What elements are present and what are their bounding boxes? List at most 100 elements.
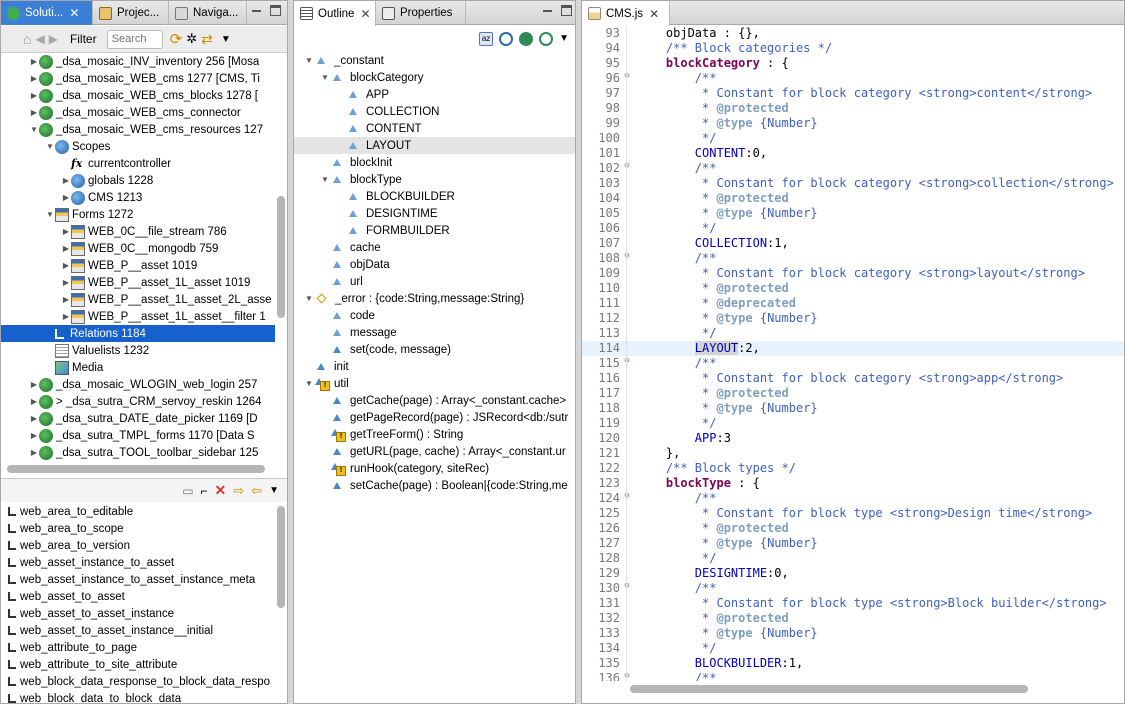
tab-solution-explorer[interactable]: Soluti... ✕ bbox=[1, 1, 93, 25]
fold-toggle-icon[interactable]: ⊖ bbox=[622, 671, 632, 681]
outline-item[interactable]: ▼ blockType bbox=[294, 171, 575, 188]
chevron-down-icon[interactable]: ▼ bbox=[320, 73, 330, 82]
fold-toggle-icon[interactable]: ⊖ bbox=[622, 161, 632, 176]
list-item[interactable]: web_asset_to_asset bbox=[1, 588, 275, 605]
minimize-icon[interactable] bbox=[542, 5, 553, 16]
list-item[interactable]: web_block_data_to_block_data bbox=[1, 690, 275, 703]
fold-toggle-icon[interactable]: ⊖ bbox=[622, 491, 632, 506]
chevron-right-icon[interactable]: ▶ bbox=[61, 312, 71, 321]
search-input[interactable] bbox=[106, 29, 163, 49]
tree-item[interactable]: Valuelists 1232 bbox=[1, 342, 275, 359]
outline-item[interactable]: init bbox=[294, 358, 575, 375]
tree-item[interactable]: ▶ _dsa_mosaic_WEB_cms_connector bbox=[1, 104, 275, 121]
tab-cms-js[interactable]: CMS.js ✕ bbox=[582, 1, 670, 26]
tree-item[interactable]: ▶ globals 1228 bbox=[1, 172, 275, 189]
collapse-all-icon[interactable]: ✲ bbox=[186, 31, 197, 47]
delete-icon[interactable]: ✕ bbox=[215, 482, 227, 499]
outline-item[interactable]: FORMBUILDER bbox=[294, 222, 575, 239]
tree-item[interactable]: ▶ _dsa_sutra_TMPL_forms 1170 [Data S bbox=[1, 427, 275, 444]
outline-item[interactable]: message bbox=[294, 324, 575, 341]
view-menu-icon[interactable]: ▼ bbox=[559, 33, 569, 44]
chevron-right-icon[interactable]: ▶ bbox=[61, 193, 71, 202]
hide-fields-icon[interactable] bbox=[499, 31, 514, 46]
chevron-right-icon[interactable]: ▶ bbox=[61, 278, 71, 287]
forward-icon[interactable]: ▶ bbox=[49, 32, 58, 46]
outline-item[interactable]: getTreeForm() : String bbox=[294, 426, 575, 443]
tree-item[interactable]: ▶ WEB_0C__mongodb 759 bbox=[1, 240, 275, 257]
tree-item[interactable]: ▶ _dsa_mosaic_WEB_cms_blocks 1278 [ bbox=[1, 87, 275, 104]
tree-item[interactable]: ▶ WEB_P__asset_1L_asset__filter 1 bbox=[1, 308, 275, 325]
editor-horizontal-scrollbar[interactable] bbox=[630, 685, 1028, 693]
tree-item[interactable]: ▶ _dsa_sutra_DATE_date_picker 1169 [D bbox=[1, 410, 275, 427]
tree-item[interactable]: ▶ CMS 1213 bbox=[1, 189, 275, 206]
minimize-icon[interactable] bbox=[251, 5, 262, 16]
tree-item[interactable]: ▶ WEB_P__asset_1L_asset 1019 bbox=[1, 274, 275, 291]
sync-icon[interactable]: ⟳ bbox=[170, 30, 183, 48]
chevron-right-icon[interactable]: ▶ bbox=[29, 414, 39, 423]
chevron-right-icon[interactable]: ▶ bbox=[29, 74, 39, 83]
tree-item[interactable]: ▶ _dsa_mosaic_WLOGIN_web_login 257 bbox=[1, 376, 275, 393]
hide-nonpublic-icon[interactable] bbox=[539, 31, 554, 46]
outline-item[interactable]: blockInit bbox=[294, 154, 575, 171]
tree-item[interactable]: ▶ _dsa_mosaic_WEB_cms 1277 [CMS, Ti bbox=[1, 70, 275, 87]
move-left-icon[interactable]: ⇦ bbox=[251, 483, 262, 499]
list-item[interactable]: web_asset_to_asset_instance__initial bbox=[1, 622, 275, 639]
outline-item[interactable]: BLOCKBUILDER bbox=[294, 188, 575, 205]
maximize-icon[interactable] bbox=[270, 5, 281, 16]
tab-properties[interactable]: Properties bbox=[376, 1, 466, 25]
outline-item[interactable]: LAYOUT bbox=[294, 137, 575, 154]
tree-scrollbar[interactable] bbox=[277, 196, 285, 318]
chevron-down-icon[interactable]: ▼ bbox=[320, 175, 330, 184]
chevron-down-icon[interactable]: ▼ bbox=[45, 142, 55, 151]
outline-item[interactable]: objData bbox=[294, 256, 575, 273]
list-item[interactable]: web_block_data_response_to_block_data_re… bbox=[1, 673, 275, 690]
outline-item[interactable]: ▼ _constant bbox=[294, 52, 575, 69]
outline-item[interactable]: set(code, message) bbox=[294, 341, 575, 358]
move-right-icon[interactable]: ⇨ bbox=[233, 483, 244, 499]
tree-item[interactable]: ▼ Forms 1272 bbox=[1, 206, 275, 223]
relations-scrollbar[interactable] bbox=[277, 506, 285, 608]
tree-horizontal-scrollbar[interactable] bbox=[7, 465, 265, 473]
view-menu-icon[interactable]: ▼ bbox=[269, 485, 279, 496]
list-item[interactable]: web_asset_instance_to_asset bbox=[1, 554, 275, 571]
tree-item[interactable]: ▶ WEB_P__asset 1019 bbox=[1, 257, 275, 274]
list-item[interactable]: web_attribute_to_page bbox=[1, 639, 275, 656]
chevron-right-icon[interactable]: ▶ bbox=[29, 448, 39, 457]
outline-item[interactable]: setCache(page) : Boolean|{code:String,me bbox=[294, 477, 575, 494]
tree-item[interactable]: ▶ _dsa_mosaic_INV_inventory 256 [Mosa bbox=[1, 53, 275, 70]
chevron-right-icon[interactable]: ▶ bbox=[29, 380, 39, 389]
chevron-right-icon[interactable]: ▶ bbox=[29, 431, 39, 440]
chevron-right-icon[interactable]: ▶ bbox=[29, 91, 39, 100]
outline-item[interactable]: CONTENT bbox=[294, 120, 575, 137]
relation-icon[interactable]: ⌐ bbox=[201, 484, 208, 498]
tree-item[interactable]: ▼ Scopes bbox=[1, 138, 275, 155]
tab-project[interactable]: Projec... bbox=[93, 1, 169, 25]
code-editor[interactable]: 93 objData : {}, 94 /** Block categories … bbox=[582, 26, 1124, 681]
outline-item[interactable]: ▼ util bbox=[294, 375, 575, 392]
hide-static-icon[interactable] bbox=[519, 31, 534, 46]
chevron-down-icon[interactable]: ▼ bbox=[45, 210, 55, 219]
tree-item[interactable]: ▶ WEB_P__asset_1L_asset_2L_asse bbox=[1, 291, 275, 308]
chevron-down-icon[interactable]: ▼ bbox=[304, 379, 314, 388]
link-editor-icon[interactable]: ⇄ bbox=[201, 31, 213, 48]
outline-item[interactable]: APP bbox=[294, 86, 575, 103]
outline-item[interactable]: COLLECTION bbox=[294, 103, 575, 120]
outline-item[interactable]: ▼ _error : {code:String,message:String} bbox=[294, 290, 575, 307]
list-item[interactable]: web_asset_instance_to_asset_instance_met… bbox=[1, 571, 275, 588]
tab-outline[interactable]: Outline ✕ bbox=[294, 1, 376, 26]
chevron-right-icon[interactable]: ▶ bbox=[29, 397, 39, 406]
chevron-right-icon[interactable]: ▶ bbox=[61, 227, 71, 236]
home-icon[interactable]: ⌂ bbox=[23, 31, 31, 47]
chevron-down-icon[interactable]: ▼ bbox=[304, 294, 314, 303]
tree-item[interactable]: ▼ _dsa_mosaic_WEB_cms_resources 127 bbox=[1, 121, 275, 138]
fold-toggle-icon[interactable]: ⊖ bbox=[622, 71, 632, 86]
list-item[interactable]: web_area_to_editable bbox=[1, 503, 275, 520]
outline-item[interactable]: code bbox=[294, 307, 575, 324]
tree-item[interactable]: ▶ WEB_0C__file_stream 786 bbox=[1, 223, 275, 240]
fold-toggle-icon[interactable]: ⊖ bbox=[622, 251, 632, 266]
tree-item[interactable]: Relations 1184 bbox=[1, 325, 275, 342]
tab-navigator[interactable]: Naviga... bbox=[169, 1, 247, 25]
outline-item[interactable]: cache bbox=[294, 239, 575, 256]
fold-toggle-icon[interactable]: ⊖ bbox=[622, 581, 632, 596]
outline-item[interactable]: ▼ blockCategory bbox=[294, 69, 575, 86]
